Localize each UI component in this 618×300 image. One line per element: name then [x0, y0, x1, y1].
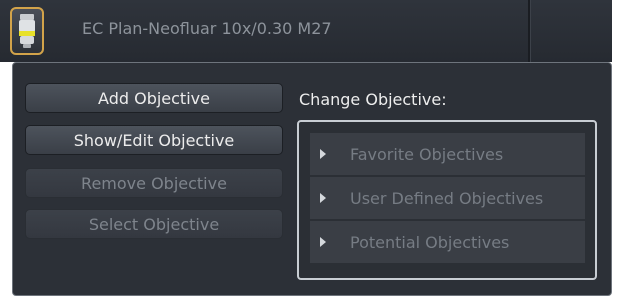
list-item-label: Potential Objectives — [350, 232, 510, 252]
objective-lens-icon — [19, 14, 35, 48]
current-objective-name: EC Plan-Neofluar 10x/0.30 M27 — [82, 19, 332, 38]
expand-arrow-icon — [320, 193, 326, 203]
list-item-label: User Defined Objectives — [350, 188, 544, 208]
change-objective-label: Change Objective: — [299, 90, 447, 109]
list-item-user-defined-objectives[interactable]: User Defined Objectives — [310, 177, 585, 220]
list-item-potential-objectives[interactable]: Potential Objectives — [310, 221, 585, 264]
objective-category-list: Favorite Objectives User Defined Objecti… — [297, 120, 597, 280]
add-objective-button[interactable]: Add Objective — [25, 83, 283, 113]
objective-selector-button[interactable] — [10, 7, 44, 55]
expand-arrow-icon — [320, 237, 326, 247]
show-edit-objective-button[interactable]: Show/Edit Objective — [25, 125, 283, 155]
header-divider — [528, 0, 531, 62]
objective-header-bar: EC Plan-Neofluar 10x/0.30 M27 — [0, 0, 612, 62]
expand-arrow-icon — [320, 149, 326, 159]
select-objective-button: Select Objective — [25, 209, 283, 239]
list-item-favorite-objectives[interactable]: Favorite Objectives — [310, 133, 585, 176]
remove-objective-button: Remove Objective — [25, 168, 283, 198]
objective-panel: Add Objective Show/Edit Objective Remove… — [12, 62, 612, 296]
list-item-label: Favorite Objectives — [350, 144, 504, 164]
